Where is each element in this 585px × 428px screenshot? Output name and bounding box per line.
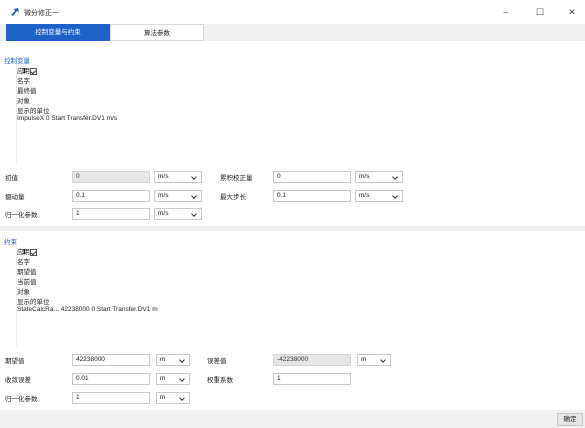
correction-field[interactable]: 0	[273, 171, 351, 183]
perturb-unit-select[interactable]: m/s	[154, 190, 202, 202]
row-unit: m/s	[106, 115, 118, 122]
maxstep-label: 最大步长	[220, 194, 246, 201]
col-object[interactable]: 对象	[17, 95, 122, 105]
chevron-down-icon	[191, 174, 197, 180]
constraint-normalize-unit-select[interactable]: m	[156, 392, 190, 404]
tolerance-unit-value: m	[160, 375, 166, 382]
control-table: 应用 名字 最终值 对象 显示的单位 1 ImpulseX 0 Start Tr…	[16, 65, 436, 165]
control-section-label: 控制变量	[4, 58, 30, 65]
row-object: Start Transfer.DV1	[51, 115, 105, 122]
correction-unit-value: m/s	[359, 173, 370, 180]
close-button[interactable]: ✕	[561, 4, 583, 20]
tolerance-unit-select[interactable]: m	[156, 373, 190, 385]
normalize-unit-select[interactable]: m/s	[154, 208, 202, 220]
chevron-down-icon	[392, 174, 398, 180]
desired-unit-value: m	[160, 356, 166, 363]
constraint-table: 应用 名字 期望值 当前值 对象 显示的单位 1 StateCalcRa... …	[16, 246, 556, 346]
row-index: 1	[22, 249, 26, 256]
section-divider	[0, 226, 585, 231]
weight-label: 权重系数	[207, 377, 233, 384]
constraint-section-label: 约束	[4, 239, 17, 246]
error-label: 误差值	[207, 358, 227, 365]
row-unit: m	[152, 306, 158, 313]
initial-value-field: 0	[72, 171, 150, 183]
tolerance-label: 收敛误差	[5, 377, 31, 384]
error-unit-select[interactable]: m	[357, 354, 391, 366]
chevron-down-icon	[392, 193, 398, 199]
row-index: 1	[22, 68, 26, 75]
initial-label: 初值	[5, 175, 18, 182]
apply-checkbox[interactable]	[30, 68, 37, 75]
tolerance-field[interactable]: 0.01	[72, 373, 150, 385]
normalize-field[interactable]: 1	[72, 208, 150, 220]
maxstep-field[interactable]: 0.1	[273, 190, 351, 202]
initial-unit-select[interactable]: m/s	[154, 171, 202, 183]
perturb-field[interactable]: 0.1	[72, 190, 150, 202]
desired-label: 期望值	[5, 358, 25, 365]
desired-field[interactable]: 42238000	[72, 354, 150, 366]
normalize-label: 归一化参数	[5, 212, 38, 219]
row-object: Start Transfer.DV1	[96, 306, 151, 313]
normalize-unit-value: m/s	[158, 210, 169, 217]
error-value-field: -42238000	[273, 354, 351, 366]
correction-label: 累积校正量	[220, 175, 253, 182]
footer-bar	[0, 410, 585, 428]
constraint-normalize-field[interactable]: 1	[72, 392, 150, 404]
chevron-down-icon	[191, 211, 197, 217]
col-object[interactable]: 对象	[17, 286, 129, 296]
chevron-down-icon	[179, 395, 185, 401]
weight-field[interactable]: 1	[273, 373, 351, 385]
title-bar: 微分修正一 – ☐ ✕	[0, 0, 585, 24]
control-table-header: 应用 名字 最终值 对象 显示的单位	[17, 65, 437, 115]
minimize-button[interactable]: –	[495, 4, 517, 20]
chevron-down-icon	[179, 357, 185, 363]
row-desired: 42238000	[60, 306, 90, 313]
correction-unit-select[interactable]: m/s	[355, 171, 403, 183]
chevron-down-icon	[191, 193, 197, 199]
perturb-unit-value: m/s	[158, 192, 169, 199]
tab-bar: 控制变量与约束 算法参数	[0, 24, 585, 41]
col-unit[interactable]: 显示的单位	[17, 105, 108, 115]
constraint-normalize-label: 归一化参数	[5, 396, 38, 403]
constraint-table-header: 应用 名字 期望值 当前值 对象 显示的单位	[17, 246, 557, 306]
constraint-normalize-unit-value: m	[160, 394, 166, 401]
col-desired[interactable]: 期望值	[17, 266, 133, 276]
app-icon	[11, 8, 19, 16]
row-name: StateCalcRa...	[17, 306, 59, 313]
maximize-button[interactable]: ☐	[529, 4, 551, 20]
tab-control-constraints[interactable]: 控制变量与约束	[6, 24, 110, 41]
tab-algorithm-params[interactable]: 算法参数	[110, 24, 204, 41]
perturb-label: 摄动量	[5, 194, 25, 201]
error-unit-value: m	[361, 356, 367, 363]
desired-unit-select[interactable]: m	[156, 354, 190, 366]
row-final-value: 0	[45, 115, 50, 122]
col-current[interactable]: 当前值	[17, 276, 131, 286]
initial-unit-value: m/s	[158, 173, 169, 180]
maxstep-unit-value: m/s	[359, 192, 370, 199]
row-current: 0	[91, 306, 96, 313]
col-final-value[interactable]: 最终值	[17, 85, 143, 95]
table-row[interactable]: 1 StateCalcRa... 42238000 0 Start Transf…	[17, 249, 557, 313]
chevron-down-icon	[179, 376, 185, 382]
col-unit[interactable]: 显示的单位	[17, 296, 113, 306]
window-title: 微分修正一	[24, 10, 59, 17]
row-name: ImpulseX	[17, 115, 45, 122]
ok-button[interactable]: 确定	[557, 413, 583, 426]
maxstep-unit-select[interactable]: m/s	[355, 190, 403, 202]
table-row[interactable]: 1 ImpulseX 0 Start Transfer.DV1 m/s	[17, 68, 437, 122]
apply-checkbox[interactable]	[30, 249, 37, 256]
chevron-down-icon	[380, 357, 386, 363]
